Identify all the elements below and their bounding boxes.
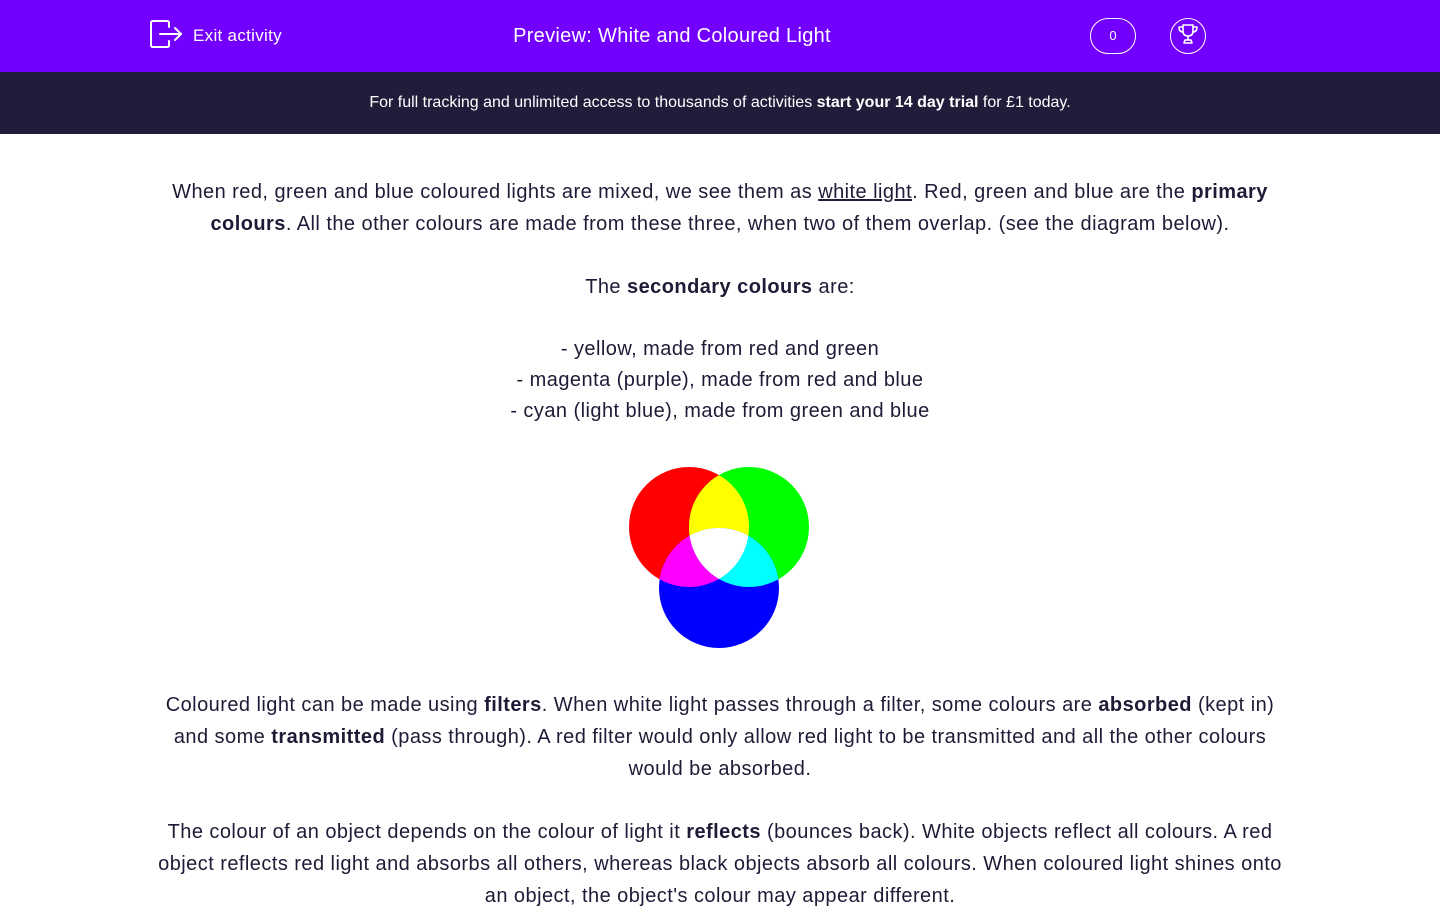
- text: The: [585, 276, 628, 298]
- list-item: - yellow, made from red and green: [560, 338, 880, 360]
- top-header: Exit activity Preview: White and Coloure…: [0, 0, 1440, 72]
- trophy-icon: [1176, 22, 1200, 51]
- text: Coloured light can be made using: [165, 694, 485, 716]
- white-light-link[interactable]: white light: [818, 181, 912, 203]
- list-item: - magenta (purple), made from red and bl…: [516, 369, 924, 391]
- text: are:: [812, 276, 855, 298]
- page-title: Preview: White and Coloured Light: [513, 25, 831, 47]
- banner-text-end: for £1 today.: [978, 94, 1071, 111]
- text: . All the other colours are made from th…: [285, 213, 1230, 235]
- score-badge: 0: [1090, 18, 1136, 54]
- secondary-colours-heading: The secondary colours are:: [150, 271, 1290, 303]
- trial-banner: For full tracking and unlimited access t…: [0, 72, 1440, 134]
- colour-mixing-diagram: [150, 467, 1290, 649]
- text: (pass through). A red filter would only …: [385, 726, 1267, 780]
- venn-svg: [629, 467, 809, 648]
- list-item: - cyan (light blue), made from green and…: [510, 400, 930, 422]
- trial-cta-link[interactable]: start your 14 day trial: [817, 94, 979, 111]
- bold-term: filters: [484, 694, 542, 716]
- text: When red, green and blue coloured lights…: [172, 181, 819, 203]
- secondary-colours-list: - yellow, made from red and green - mage…: [150, 334, 1290, 427]
- intro-paragraph: When red, green and blue coloured lights…: [150, 176, 1290, 240]
- bold-term: transmitted: [271, 726, 386, 748]
- text: The colour of an object depends on the c…: [167, 821, 687, 843]
- text: . Red, green and blue are the: [912, 181, 1192, 203]
- bold-term: absorbed: [1098, 694, 1192, 716]
- banner-text: For full tracking and unlimited access t…: [369, 94, 817, 111]
- text: . When white light passes through a filt…: [541, 694, 1099, 716]
- lesson-content: When red, green and blue coloured lights…: [150, 176, 1290, 912]
- reflection-paragraph: The colour of an object depends on the c…: [150, 816, 1290, 912]
- bold-term: reflects: [686, 821, 761, 843]
- bold-term: secondary colours: [627, 276, 813, 298]
- trophy-button[interactable]: [1170, 18, 1206, 54]
- filters-paragraph: Coloured light can be made using filters…: [150, 689, 1290, 785]
